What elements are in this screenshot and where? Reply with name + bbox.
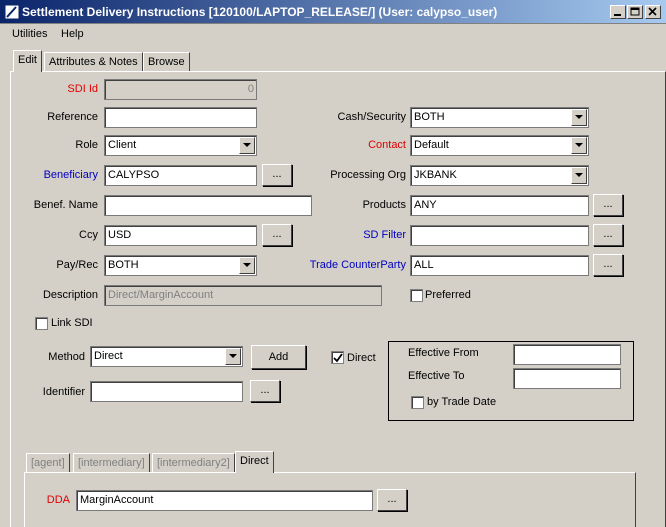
link-sdi-checkbox[interactable] <box>35 317 48 330</box>
beneficiary-browse-button[interactable]: ... <box>262 164 292 186</box>
close-icon <box>648 7 657 16</box>
ccy-browse-button[interactable]: ... <box>262 224 292 246</box>
title-bar[interactable]: Settlement Delivery Instructions [120100… <box>0 0 666 24</box>
preferred-checkbox[interactable] <box>410 289 423 302</box>
role-dropdown-button[interactable] <box>239 137 255 154</box>
window-title: Settlement Delivery Instructions [120100… <box>22 5 498 19</box>
checkmark-icon <box>333 353 343 363</box>
contact-dropdown-button[interactable] <box>571 137 587 154</box>
cash-security-label: Cash/Security <box>337 111 406 123</box>
minimize-button[interactable] <box>610 5 626 19</box>
beneficiary-label[interactable]: Beneficiary <box>30 169 98 181</box>
benef-name-label: Benef. Name <box>33 199 98 211</box>
subtab-agent[interactable]: [agent] <box>26 453 70 473</box>
description-label: Description <box>42 289 98 301</box>
description-field[interactable]: Direct/MarginAccount <box>104 285 382 306</box>
by-trade-date-label: by Trade Date <box>427 396 497 408</box>
subtab-direct[interactable]: Direct <box>235 451 274 473</box>
chevron-down-icon <box>243 143 251 147</box>
cash-security-select[interactable]: BOTH <box>410 107 589 128</box>
role-value: Client <box>108 139 137 151</box>
identifier-browse-button[interactable]: ... <box>250 380 280 402</box>
sd-filter-field[interactable] <box>410 225 589 246</box>
direct-label: Direct <box>347 352 376 364</box>
identifier-field[interactable] <box>90 381 243 402</box>
pay-rec-select[interactable]: BOTH <box>104 255 257 276</box>
subtab-intermediary[interactable]: [intermediary] <box>73 453 150 473</box>
maximize-button[interactable] <box>627 5 643 19</box>
reference-field[interactable] <box>104 107 257 128</box>
chevron-down-icon <box>575 143 583 147</box>
menu-utilities[interactable]: Utilities <box>12 28 47 40</box>
trade-counterparty-label[interactable]: Trade CounterParty <box>290 259 406 271</box>
processing-org-dropdown-button[interactable] <box>571 167 587 184</box>
minimize-icon <box>614 14 621 16</box>
preferred-label: Preferred <box>425 289 471 301</box>
trade-counterparty-browse-button[interactable]: ... <box>593 254 623 276</box>
processing-org-select[interactable]: JKBANK <box>410 165 589 186</box>
direct-checkbox[interactable] <box>331 351 344 364</box>
method-label: Method <box>48 351 85 363</box>
pay-rec-value: BOTH <box>108 259 139 271</box>
sd-filter-browse-button[interactable]: ... <box>593 224 623 246</box>
tab-edit[interactable]: Edit <box>13 50 42 72</box>
link-sdi-label: Link SDI <box>51 317 93 329</box>
close-button[interactable] <box>645 5 661 19</box>
method-dropdown-button[interactable] <box>225 348 241 365</box>
chevron-down-icon <box>243 263 251 267</box>
beneficiary-field[interactable]: CALYPSO <box>104 165 257 186</box>
processing-org-label: Processing Org <box>330 169 406 181</box>
effective-to-label: Effective To <box>408 370 465 382</box>
ccy-label: Ccy <box>79 229 98 241</box>
products-browse-button[interactable]: ... <box>593 194 623 216</box>
dda-field[interactable]: MarginAccount <box>76 490 373 511</box>
contact-label: Contact <box>368 139 406 151</box>
method-select[interactable]: Direct <box>90 346 243 367</box>
identifier-label: Identifier <box>42 386 85 398</box>
processing-org-value: JKBANK <box>414 169 457 181</box>
add-method-button[interactable]: Add <box>251 345 306 369</box>
subtab-intermediary2[interactable]: [intermediary2] <box>152 453 235 473</box>
tab-attributes-notes[interactable]: Attributes & Notes <box>44 52 143 72</box>
trade-counterparty-field[interactable]: ALL <box>410 255 589 276</box>
ccy-field[interactable]: USD <box>104 225 257 246</box>
menu-help[interactable]: Help <box>61 28 84 40</box>
tab-browse[interactable]: Browse <box>143 52 190 72</box>
sd-filter-label[interactable]: SD Filter <box>300 229 406 241</box>
benef-name-field[interactable] <box>104 195 312 216</box>
app-icon <box>4 4 20 20</box>
products-label: Products <box>362 199 406 211</box>
products-field[interactable]: ANY <box>410 195 589 216</box>
effective-to-field[interactable] <box>513 368 621 389</box>
cash-security-value: BOTH <box>414 111 445 123</box>
pay-rec-dropdown-button[interactable] <box>239 257 255 274</box>
cash-security-dropdown-button[interactable] <box>571 109 587 126</box>
method-value: Direct <box>94 350 123 362</box>
role-select[interactable]: Client <box>104 135 257 156</box>
sdi-id-field[interactable]: 0 <box>104 79 257 100</box>
reference-label: Reference <box>47 111 98 123</box>
effective-from-field[interactable] <box>513 344 621 365</box>
sdi-id-label: SDI Id <box>67 83 98 95</box>
chevron-down-icon <box>229 354 237 358</box>
chevron-down-icon <box>575 173 583 177</box>
contact-select[interactable]: Default <box>410 135 589 156</box>
maximize-icon <box>630 7 640 16</box>
dda-label: DDA <box>46 494 70 506</box>
dda-browse-button[interactable]: ... <box>377 489 407 511</box>
pay-rec-label: Pay/Rec <box>56 259 98 271</box>
by-trade-date-checkbox[interactable] <box>411 396 424 409</box>
role-label: Role <box>75 139 98 151</box>
effective-from-label: Effective From <box>408 347 479 359</box>
chevron-down-icon <box>575 115 583 119</box>
contact-value: Default <box>414 139 449 151</box>
